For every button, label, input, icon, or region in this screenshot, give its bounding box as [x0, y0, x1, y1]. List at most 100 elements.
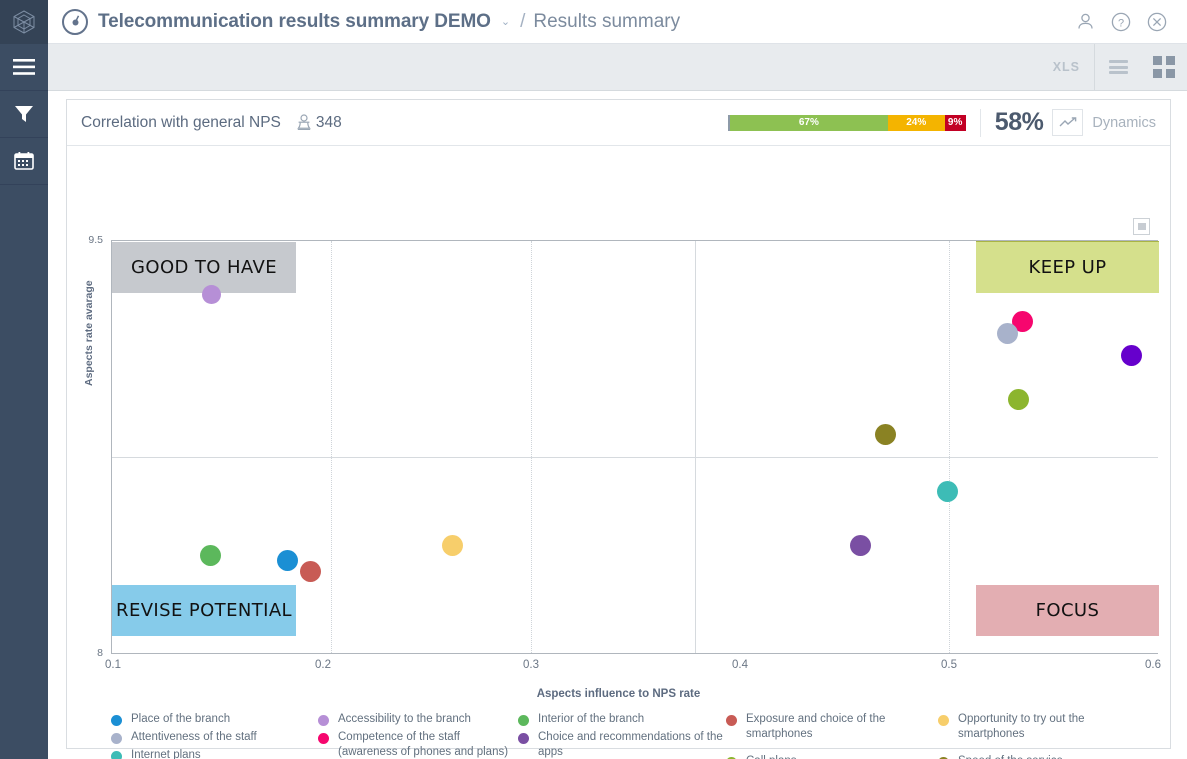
x-tick-label: 0.1: [105, 659, 121, 671]
dynamics-button[interactable]: [1052, 109, 1084, 136]
nps-score: 58%: [994, 108, 1044, 136]
export-xls-button[interactable]: XLS: [1039, 60, 1094, 74]
chart-fullscreen-button[interactable]: [1133, 218, 1150, 235]
card-title: Correlation with general NPS: [81, 113, 281, 131]
legend-item[interactable]: Interior of the branch: [518, 712, 726, 727]
cube-logo-icon: [13, 10, 35, 34]
chevron-down-icon[interactable]: ⌄: [501, 15, 510, 28]
legend-item[interactable]: Speed of the service: [938, 754, 1148, 759]
calendar-icon: [14, 152, 34, 170]
y-tick-label: 8: [97, 647, 103, 659]
x-tick-label: 0.4: [732, 659, 748, 671]
data-point-speed-of-the-service[interactable]: [875, 424, 896, 445]
data-point-exposure-and-choice-of-the-smartphones[interactable]: [300, 561, 321, 582]
legend-column: Place of the branch Attentiveness of the…: [111, 712, 318, 759]
legend-label: Call plans: [746, 754, 797, 759]
legend-column: Exposure and choice of the smartphones C…: [726, 712, 938, 759]
breadcrumb-current: Results summary: [533, 10, 681, 32]
menu-icon: [13, 59, 35, 75]
legend-label: Competence of the staff (awareness of ph…: [338, 731, 509, 758]
legend-color-swatch: [318, 715, 329, 726]
data-point-attentiveness-of-the-staff[interactable]: [997, 323, 1018, 344]
plot-area: GOOD TO HAVE KEEP UP REVISE POTENTIAL FO…: [111, 240, 1159, 654]
help-icon: ?: [1111, 12, 1131, 31]
legend-color-swatch: [318, 733, 329, 744]
legend-label: Interior of the branch: [538, 713, 645, 725]
legend-column: Interior of the branch Choice and recomm…: [518, 712, 726, 759]
sidebar-item-filter[interactable]: [0, 91, 48, 138]
user-account-button[interactable]: [1076, 12, 1095, 31]
legend-column: Accessibility to the branch Competence o…: [318, 712, 518, 759]
y-axis-title: Aspects rate avarage: [83, 280, 95, 386]
quadrant-label-good-to-have: GOOD TO HAVE: [112, 242, 296, 293]
bar-segment-detractors: 9%: [944, 114, 966, 131]
user-icon: [1078, 13, 1093, 29]
legend-item[interactable]: Accessibility to the branch: [318, 712, 518, 727]
legend-item[interactable]: Internet plans: [111, 748, 318, 759]
y-tick-label: 9.5: [88, 234, 103, 246]
x-axis-title: Aspects influence to NPS rate: [536, 688, 701, 700]
breadcrumb-separator: /: [520, 10, 526, 32]
data-point-accessibility-to-the-branch[interactable]: [202, 285, 221, 304]
sidebar-item-calendar[interactable]: [0, 138, 48, 185]
grid-view-button[interactable]: [1141, 44, 1187, 91]
close-icon: [1147, 12, 1167, 31]
list-view-button[interactable]: [1095, 44, 1141, 91]
trend-line-icon: [1059, 116, 1077, 126]
help-button[interactable]: ?: [1111, 12, 1131, 32]
results-card: Correlation with general NPS 348 67% 24%…: [66, 99, 1171, 759]
data-point-internet-plans[interactable]: [937, 481, 958, 502]
legend-color-swatch: [726, 715, 737, 726]
gridline-x-0.2: [331, 241, 333, 653]
left-sidebar: [0, 0, 48, 759]
respondent-icon: [297, 114, 311, 130]
gridline-x-0.3: [531, 241, 533, 653]
grid-view-icon: [1153, 56, 1175, 78]
legend-item[interactable]: Exposure and choice of the smartphones: [726, 712, 938, 742]
legend-color-swatch: [111, 751, 122, 759]
legend-label: Speed of the service: [958, 754, 1063, 759]
legend-item[interactable]: Attentiveness of the staff: [111, 730, 318, 745]
x-tick-label: 0.2: [315, 659, 331, 671]
data-point-interior-of-the-branch[interactable]: [200, 545, 221, 566]
respondents-block: 348: [297, 114, 342, 132]
data-point-place-of-the-branch[interactable]: [277, 550, 298, 571]
app-logo[interactable]: [0, 0, 48, 44]
page-title: Telecommunication results summary DEMO: [98, 10, 491, 32]
legend-label: Accessibility to the branch: [338, 713, 471, 725]
legend-label: Place of the branch: [131, 713, 231, 725]
legend-color-swatch: [111, 733, 122, 744]
close-button[interactable]: [1147, 12, 1167, 32]
data-point-call-plans[interactable]: [1008, 389, 1029, 410]
legend-item[interactable]: Call plans: [726, 754, 938, 759]
sentiment-stacked-bar: 67% 24% 9%: [727, 114, 966, 131]
header-divider: [979, 108, 981, 137]
data-point-choice-and-recommendations-of-the-apps[interactable]: [850, 535, 871, 556]
speedometer-icon: [62, 8, 88, 35]
legend-label: Exposure and choice of the smartphones: [746, 713, 886, 740]
app-header: Telecommunication results summary DEMO ⌄…: [48, 0, 1187, 44]
quadrant-label-keep-up: KEEP UP: [976, 241, 1159, 293]
respondents-count: 348: [315, 113, 342, 131]
legend-label: Internet plans: [131, 749, 201, 759]
data-point-opportunity-to-try-out-the-smartphones[interactable]: [442, 535, 463, 556]
sidebar-item-menu[interactable]: [0, 44, 48, 91]
legend-label: Attentiveness of the staff: [131, 731, 257, 743]
chart-legend: Place of the branch Attentiveness of the…: [111, 712, 1161, 759]
legend-color-swatch: [111, 715, 122, 726]
data-point-general-consultant-nps[interactable]: [1121, 345, 1142, 366]
legend-column: Opportunity to try out the smartphones S…: [938, 712, 1148, 759]
x-tick-label: 0.6: [1145, 659, 1161, 671]
dynamics-label: Dynamics: [1092, 114, 1156, 131]
legend-color-swatch: [518, 733, 529, 744]
card-header: Correlation with general NPS 348 67% 24%…: [67, 100, 1170, 146]
bar-segment-promoters: 67%: [729, 114, 888, 131]
legend-item[interactable]: Choice and recommendations of the apps: [518, 730, 726, 759]
x-tick-label: 0.3: [523, 659, 539, 671]
list-view-icon: [1108, 58, 1128, 77]
quadrant-label-focus: FOCUS: [976, 585, 1159, 636]
x-tick-label: 0.5: [941, 659, 957, 671]
legend-item[interactable]: Place of the branch: [111, 712, 318, 727]
legend-item[interactable]: Opportunity to try out the smartphones: [938, 712, 1148, 742]
legend-item[interactable]: Competence of the staff (awareness of ph…: [318, 730, 518, 759]
